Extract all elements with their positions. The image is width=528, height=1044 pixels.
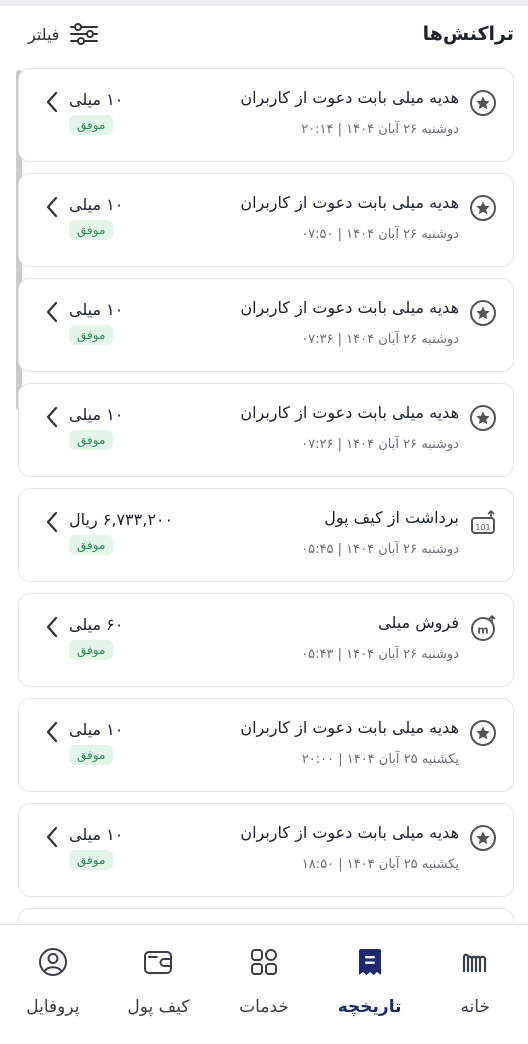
chevron-left-icon — [46, 91, 58, 113]
transaction-amount: ۱۰ میلی — [69, 720, 124, 739]
tab-label: خدمات — [239, 997, 289, 1017]
status-badge: موفق — [69, 220, 114, 240]
user-icon — [36, 945, 70, 983]
transaction-description: هدیه میلی بابت دعوت از کاربران — [240, 823, 459, 842]
withdraw-icon: 101 — [469, 509, 497, 537]
chevron-left-icon — [46, 511, 58, 533]
svg-text:m: m — [477, 624, 488, 637]
milli-logo-icon — [458, 945, 492, 983]
tab-label: کیف پول — [127, 997, 190, 1017]
wallet-icon — [141, 945, 175, 983]
transaction-amount: ۱۰ میلی — [69, 405, 124, 424]
transaction-card[interactable]: هدیه میلی بابت دعوت از کاربران دوشنبه ۲۶ … — [18, 173, 514, 267]
grid-icon — [247, 945, 281, 983]
transaction-amount: ۶,۷۳۳,۲۰۰ ریال — [69, 510, 174, 529]
status-badge: موفق — [69, 640, 114, 660]
transaction-date: یکشنبه ۲۵ آبان ۱۴۰۴ | ۱۸:۵۰ — [301, 857, 459, 872]
chevron-left-icon — [46, 196, 58, 218]
tab-services[interactable]: خدمات — [214, 945, 314, 1017]
transaction-description: هدیه میلی بابت دعوت از کاربران — [240, 298, 459, 317]
transaction-card[interactable]: m فروش میلی دوشنبه ۲۶ آبان ۱۴۰۴ | ۰۵:۴۳ ۶۰ … — [18, 593, 514, 687]
tab-home[interactable]: خانه — [425, 945, 525, 1017]
transaction-date: دوشنبه ۲۶ آبان ۱۴۰۴ | ۲۰:۱۴ — [301, 122, 459, 137]
filter-button[interactable]: فیلتر — [28, 22, 99, 46]
star-icon — [469, 299, 497, 327]
star-icon — [469, 719, 497, 747]
chevron-left-icon — [46, 406, 58, 428]
chevron-left-icon — [46, 616, 58, 638]
tab-label: پروفایل — [26, 997, 80, 1017]
tab-wallet[interactable]: کیف پول — [108, 945, 208, 1017]
star-icon — [469, 89, 497, 117]
transaction-card[interactable]: 101 برداشت از کیف پول دوشنبه ۲۶ آبان ۱۴۰۴ … — [18, 488, 514, 582]
transaction-card[interactable]: هدیه میلی بابت دعوت از کاربران دوشنبه ۲۶ … — [18, 383, 514, 477]
transaction-card[interactable]: هدیه میلی بابت دعوت از کاربران دوشنبه ۲۶ … — [18, 68, 514, 162]
transaction-amount: ۱۰ میلی — [69, 300, 124, 319]
milli-sell-icon: m — [469, 614, 497, 642]
page-title: تراکنش‌ها — [422, 23, 514, 45]
transaction-amount: ۶۰ میلی — [69, 615, 124, 634]
transaction-amount: ۱۰ میلی — [69, 90, 124, 109]
transaction-date: دوشنبه ۲۶ آبان ۱۴۰۴ | ۰۵:۴۵ — [301, 542, 459, 557]
status-badge: موفق — [69, 850, 114, 870]
transaction-date: دوشنبه ۲۶ آبان ۱۴۰۴ | ۰۷:۲۶ — [301, 437, 459, 452]
chevron-left-icon — [46, 826, 58, 848]
status-badge: موفق — [69, 325, 114, 345]
star-icon — [469, 824, 497, 852]
transaction-description: فروش میلی — [378, 613, 459, 632]
transaction-description: هدیه میلی بابت دعوت از کاربران — [240, 193, 459, 212]
svg-text:101: 101 — [475, 523, 490, 532]
transaction-date: دوشنبه ۲۶ آبان ۱۴۰۴ | ۰۵:۴۳ — [301, 647, 459, 662]
status-badge: موفق — [69, 745, 114, 765]
transaction-card[interactable]: هدیه میلی بابت دعوت از کاربران یکشنبه ۲۵ … — [18, 803, 514, 897]
transaction-date: یکشنبه ۲۵ آبان ۱۴۰۴ | ۲۰:۰۰ — [301, 752, 459, 767]
receipt-icon — [353, 945, 387, 983]
status-badge: موفق — [69, 115, 114, 135]
transaction-description: برداشت از کیف پول — [324, 508, 459, 527]
filter-sliders-icon — [70, 23, 99, 45]
tab-history[interactable]: تاریخچه — [320, 945, 420, 1017]
tab-profile[interactable]: پروفایل — [3, 945, 103, 1017]
transaction-description: هدیه میلی بابت دعوت از کاربران — [240, 88, 459, 107]
star-icon — [469, 194, 497, 222]
tab-label: تاریخچه — [337, 997, 402, 1017]
transaction-card[interactable]: هدیه میلی بابت دعوت از کاربران دوشنبه ۲۶ … — [18, 278, 514, 372]
chevron-left-icon — [46, 301, 58, 323]
transaction-description: هدیه میلی بابت دعوت از کاربران — [240, 718, 459, 737]
chevron-left-icon — [46, 721, 58, 743]
star-icon — [469, 404, 497, 432]
transaction-card[interactable]: هدیه میلی بابت دعوت از کاربران یکشنبه ۲۵ … — [18, 698, 514, 792]
transaction-date: دوشنبه ۲۶ آبان ۱۴۰۴ | ۰۷:۵۰ — [301, 227, 459, 242]
status-badge: موفق — [69, 430, 114, 450]
filter-label: فیلتر — [28, 24, 60, 44]
transaction-amount: ۱۰ میلی — [69, 195, 124, 214]
page-header: تراکنش‌ها فیلتر — [0, 6, 528, 62]
bottom-tab-bar: خانه تاریخچه خدمات کیف پول پروفایل — [0, 924, 528, 1044]
tab-label: خانه — [460, 997, 490, 1017]
status-badge: موفق — [69, 535, 114, 555]
transaction-amount: ۱۰ میلی — [69, 825, 124, 844]
transaction-description: هدیه میلی بابت دعوت از کاربران — [240, 403, 459, 422]
transaction-date: دوشنبه ۲۶ آبان ۱۴۰۴ | ۰۷:۳۶ — [301, 332, 459, 347]
